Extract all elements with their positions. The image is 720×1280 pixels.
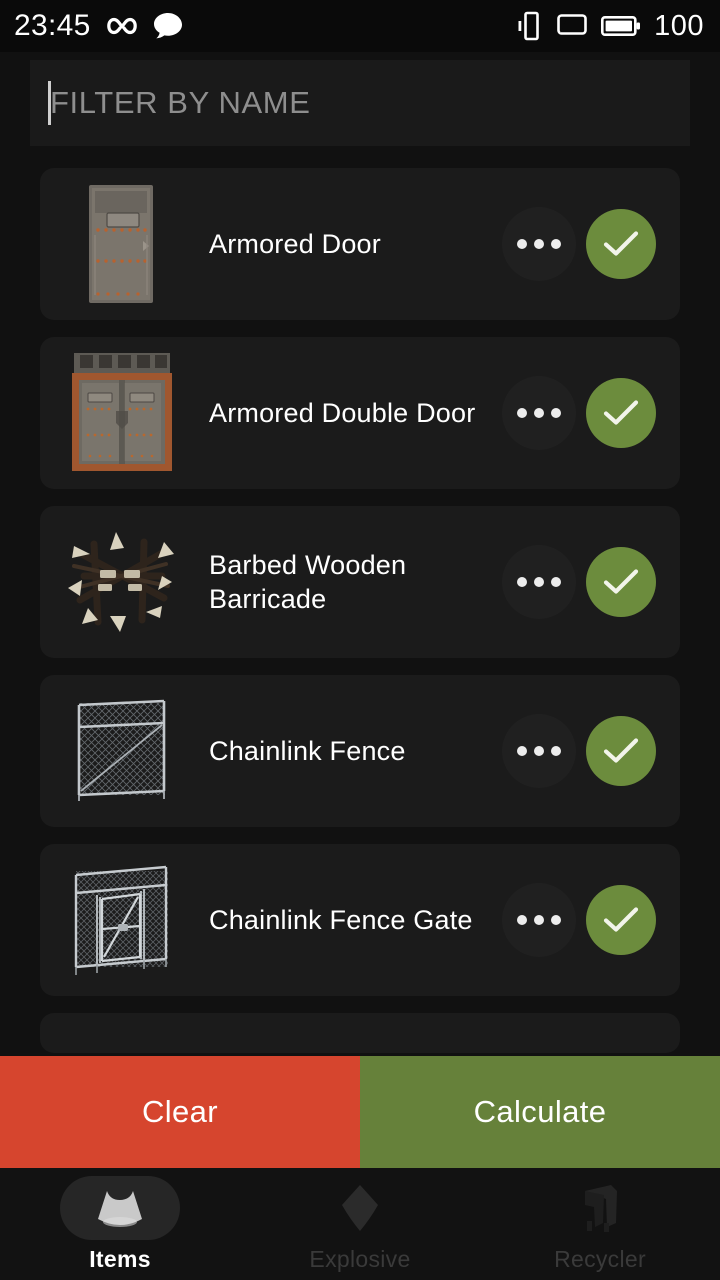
dot-icon: [534, 746, 544, 756]
message-bubble-icon: [153, 12, 183, 40]
status-bar-right: 100: [517, 10, 704, 43]
dot-icon: [551, 577, 561, 587]
barbed-wooden-barricade-thumbnail: [62, 517, 182, 647]
nav-item-items[interactable]: Items: [0, 1168, 240, 1280]
dot-icon: [534, 915, 544, 925]
item-name: Armored Door: [209, 228, 381, 259]
dot-icon: [517, 239, 527, 249]
filter-input[interactable]: FILTER BY NAME: [30, 60, 690, 146]
item-name: Chainlink Fence: [209, 735, 406, 766]
item-name: Barbed Wooden Barricade: [209, 549, 407, 614]
dot-icon: [551, 746, 561, 756]
bottom-navigation: Items Explosive Recycler: [0, 1168, 720, 1280]
list-item[interactable]: Chainlink Fence: [40, 675, 680, 827]
select-toggle-button[interactable]: [586, 547, 656, 617]
text-caret: [48, 81, 51, 125]
more-options-button[interactable]: [502, 545, 576, 619]
list-item[interactable]: Chainlink Fence Gate: [40, 844, 680, 996]
status-bar: 23:45 100: [0, 0, 720, 52]
select-toggle-button[interactable]: [586, 716, 656, 786]
more-options-button[interactable]: [502, 883, 576, 957]
check-icon: [603, 569, 639, 594]
filter-section: FILTER BY NAME: [0, 52, 720, 146]
dot-icon: [534, 577, 544, 587]
dot-icon: [517, 746, 527, 756]
more-options-button[interactable]: [502, 376, 576, 450]
list-item[interactable]: Armored Double Door: [40, 337, 680, 489]
check-icon: [603, 231, 639, 256]
explosive-diamond-icon: [342, 1184, 378, 1231]
chainlink-fence-gate-thumbnail: [62, 855, 182, 985]
list-item[interactable]: Armored Door: [40, 168, 680, 320]
check-icon: [603, 400, 639, 425]
nav-item-explosive[interactable]: Explosive: [240, 1168, 480, 1280]
app-root: 23:45 100 FILTER BY NAME Armored Door Ar…: [0, 0, 720, 1280]
recycler-machine-icon: [585, 1184, 617, 1232]
dot-icon: [551, 915, 561, 925]
sleeping-bag-icon: [98, 1190, 142, 1227]
more-options-button[interactable]: [502, 714, 576, 788]
dot-icon: [534, 239, 544, 249]
nav-icon-box: [300, 1176, 420, 1240]
more-options-button[interactable]: [502, 207, 576, 281]
select-toggle-button[interactable]: [586, 378, 656, 448]
armored-double-door-thumbnail: [62, 348, 182, 478]
list-item[interactable]: Barbed Wooden Barricade: [40, 506, 680, 658]
armored-door-thumbnail: [62, 179, 182, 309]
battery-full-icon: [601, 15, 641, 37]
list-item-partial[interactable]: [40, 1013, 680, 1053]
chainlink-fence-thumbnail: [62, 686, 182, 816]
check-icon: [603, 907, 639, 932]
nav-label: Recycler: [554, 1245, 646, 1272]
nav-label: Explosive: [309, 1245, 411, 1272]
nav-label: Items: [89, 1245, 151, 1272]
dot-icon: [551, 239, 561, 249]
battery-percent-label: 100: [654, 9, 704, 42]
dot-icon: [534, 408, 544, 418]
select-toggle-button[interactable]: [586, 885, 656, 955]
item-list[interactable]: Armored Door Armored Double Door Barbed …: [0, 146, 720, 1056]
filter-placeholder-label: FILTER BY NAME: [50, 85, 311, 120]
dot-icon: [551, 408, 561, 418]
dot-icon: [517, 408, 527, 418]
check-icon: [603, 738, 639, 763]
infinity-icon: [105, 15, 139, 37]
item-name: Chainlink Fence Gate: [209, 904, 473, 935]
calculate-button[interactable]: Calculate: [360, 1056, 720, 1168]
select-toggle-button[interactable]: [586, 209, 656, 279]
nav-icon-box: [540, 1176, 660, 1240]
status-bar-left: 23:45: [14, 9, 183, 43]
action-bar: Clear Calculate: [0, 1056, 720, 1168]
dot-icon: [517, 915, 527, 925]
status-time: 23:45: [14, 9, 91, 42]
vibrate-icon: [517, 11, 543, 41]
dot-icon: [517, 577, 527, 587]
item-name: Armored Double Door: [209, 397, 476, 428]
nav-item-recycler[interactable]: Recycler: [480, 1168, 720, 1280]
nav-icon-box: [60, 1175, 180, 1240]
cast-screen-icon: [556, 13, 588, 39]
clear-button[interactable]: Clear: [0, 1056, 360, 1168]
